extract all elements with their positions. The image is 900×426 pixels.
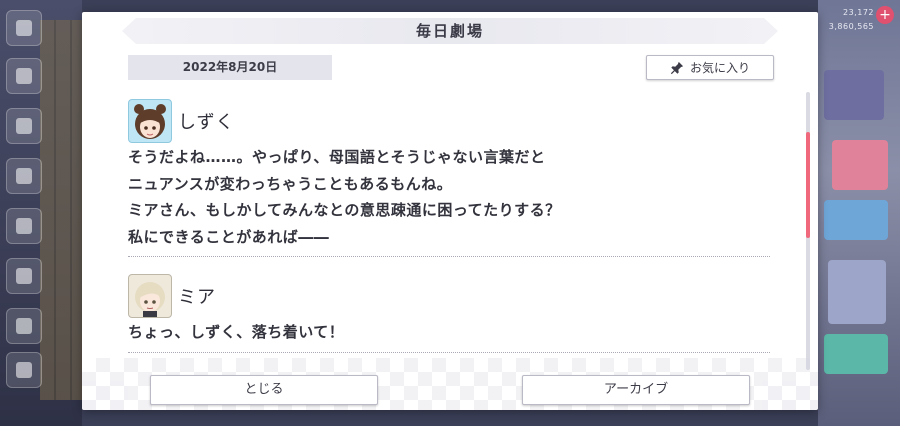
entry-divider (128, 256, 770, 257)
menu-card[interactable] (824, 200, 888, 240)
trophy-icon[interactable] (6, 258, 42, 294)
speaker-row: しずく (128, 98, 770, 144)
close-button[interactable]: とじる (150, 375, 378, 405)
fullscreen-icon[interactable] (6, 308, 42, 344)
scrollbar[interactable] (806, 92, 810, 370)
archive-button[interactable]: アーカイブ (522, 375, 750, 405)
camera-icon[interactable] (6, 208, 42, 244)
entry-divider (128, 351, 770, 353)
speaker-name: しずく (178, 112, 235, 133)
dialogue-log[interactable]: しずく そうだよね……。やっぱり、母国語とそうじゃない言葉だと ニュアンスが変わ… (128, 98, 770, 358)
menu-icon[interactable] (6, 10, 42, 46)
dialog-title: 毎日劇場 (415, 22, 484, 40)
character-portrait-icon (134, 104, 166, 139)
scrollbar-thumb[interactable] (806, 132, 810, 238)
dialogue-line: ちょっ、しずく、落ち着いて！ (128, 323, 345, 341)
right-menu-background (818, 0, 900, 426)
date-label: 2022年8月20日 (128, 55, 332, 80)
dialogue-entry: ミア ちょっ、しずく、落ち着いて！ (128, 273, 770, 353)
chat-icon[interactable] (6, 58, 42, 94)
speaker-name: ミア (178, 287, 216, 308)
shizuku-avatar (128, 99, 172, 143)
dialogue-line: 私にできることがあれば―― (128, 227, 330, 246)
points-counter: 3,860,565 (828, 22, 874, 31)
favorite-button[interactable]: お気に入り (646, 55, 774, 80)
menu-card[interactable] (824, 334, 888, 374)
shirt-icon[interactable] (6, 108, 42, 144)
speaker-row: ミア (128, 273, 770, 319)
dialogue-line: ミアさん、もしかしてみんなとの意思疎通に困ってたりする？ (128, 201, 561, 219)
add-currency-button[interactable]: + (876, 6, 894, 24)
character-portrait-icon (135, 282, 165, 317)
dialogue-line: ニュアンスが変わっちゃうこともあるもんね。 (128, 174, 453, 193)
pin-icon (670, 61, 684, 74)
daily-theater-dialog: 毎日劇場 2022年8月20日 お気に入り しずく そうだよね……。やっぱり、母… (82, 12, 818, 410)
mia-avatar (128, 274, 172, 318)
currency-counter: 23,172 (843, 8, 874, 17)
menu-card[interactable] (828, 260, 886, 324)
dialogue-entry: しずく そうだよね……。やっぱり、母国語とそうじゃない言葉だと ニュアンスが変わ… (128, 98, 770, 257)
dialogue-line: そうだよね……。やっぱり、母国語とそうじゃない言葉だと (128, 148, 546, 166)
menu-card[interactable] (832, 140, 888, 190)
accessory-icon[interactable] (6, 352, 42, 388)
menu-card[interactable] (824, 70, 884, 120)
favorite-label: お気に入り (689, 61, 750, 75)
title-bar: 毎日劇場 (122, 18, 778, 44)
gift-icon[interactable] (6, 158, 42, 194)
